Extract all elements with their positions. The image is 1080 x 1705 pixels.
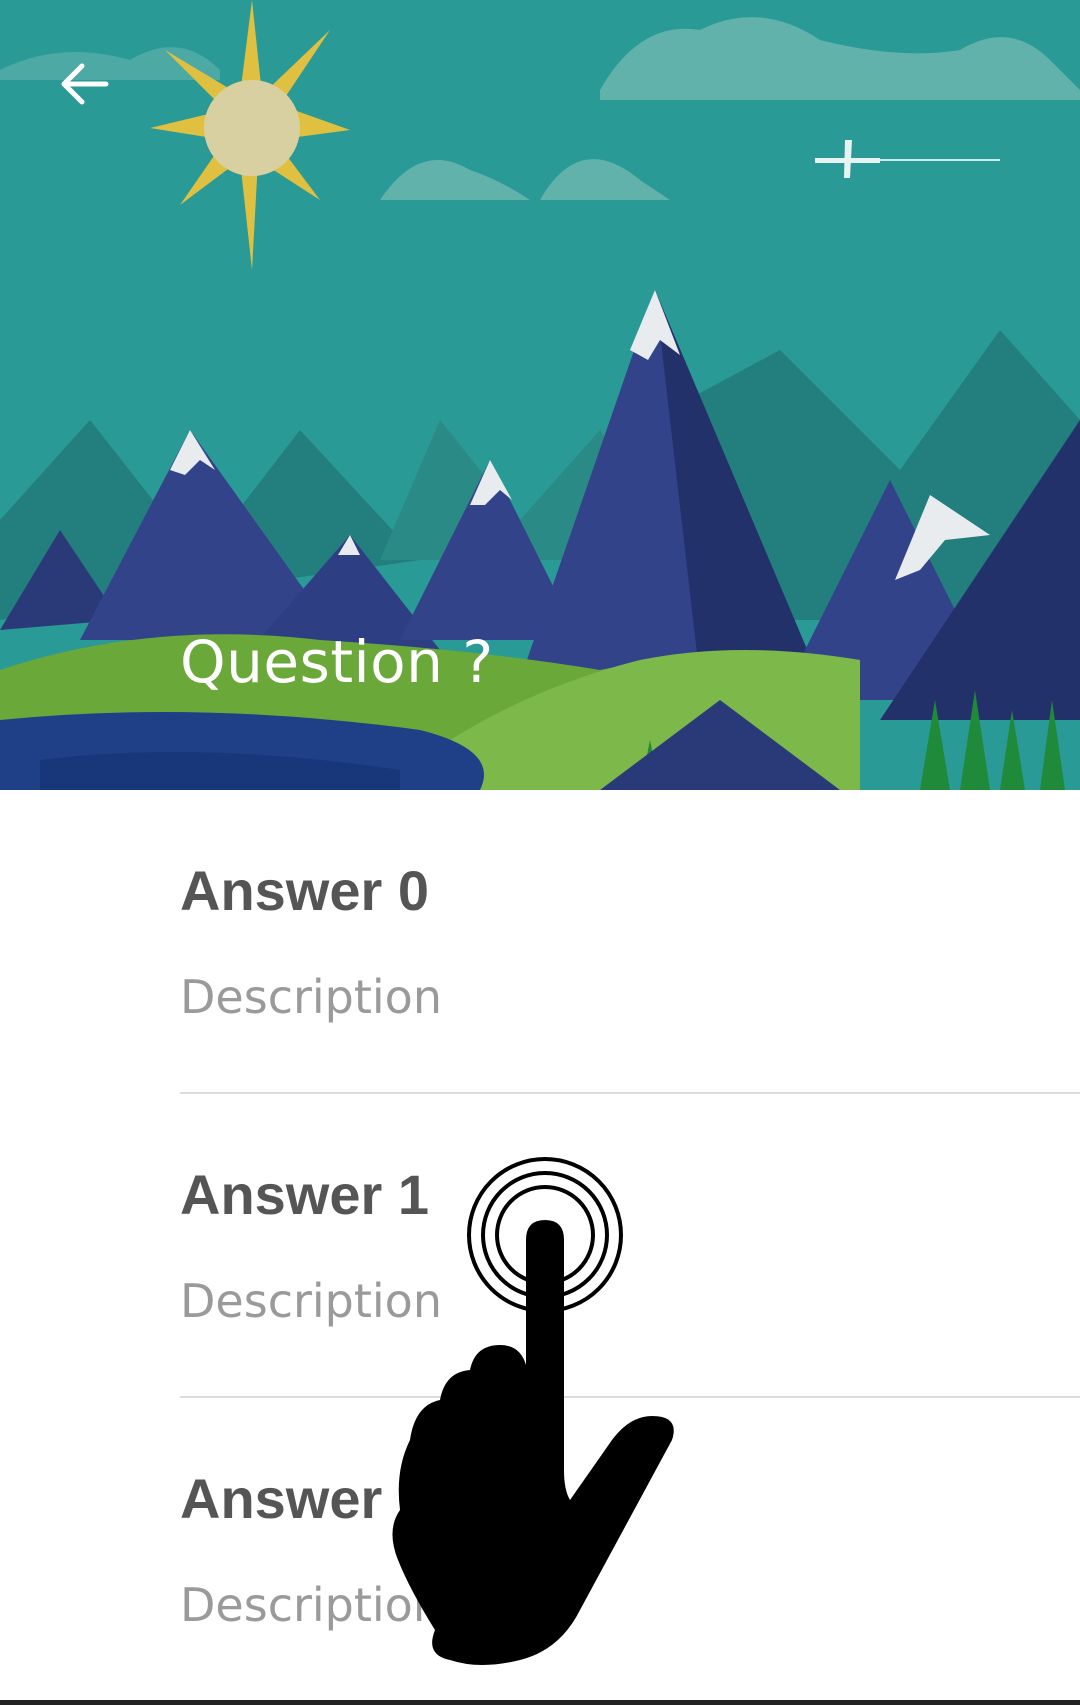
answer-title: Answer 0	[180, 859, 429, 922]
answer-item-0[interactable]: Answer 0 Description	[0, 790, 1080, 1094]
back-button[interactable]	[44, 44, 124, 124]
mountain-landscape-illustration	[0, 0, 1080, 790]
question-title: Question ?	[180, 628, 494, 696]
answer-description: Description	[180, 970, 442, 1024]
tap-gesture-icon	[392, 1157, 674, 1665]
bottom-edge	[0, 1700, 1080, 1705]
arrow-back-icon	[61, 63, 109, 105]
header-banner: Question ?	[0, 0, 1080, 790]
